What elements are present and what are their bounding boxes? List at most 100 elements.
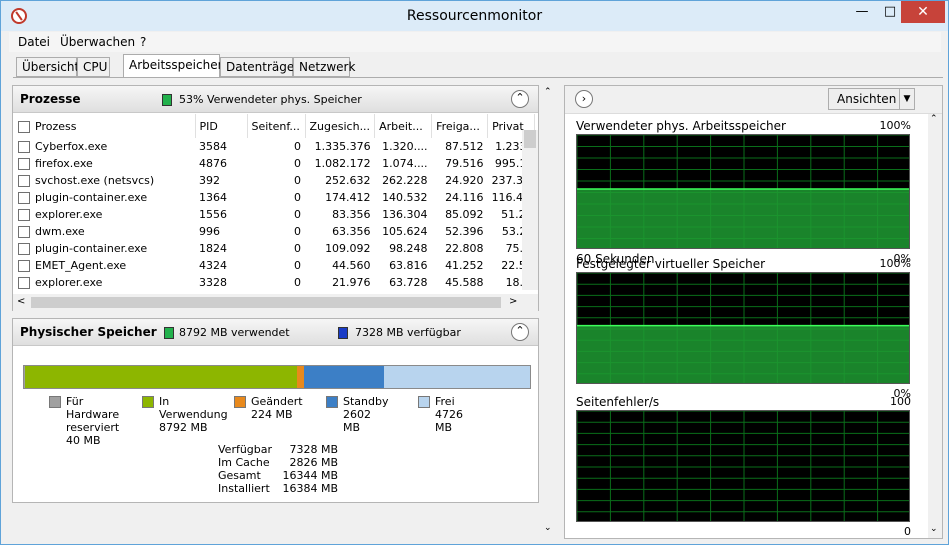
tab-cpu[interactable]: CPU: [77, 57, 110, 77]
summary-row: Gesamt 16344 MB: [218, 469, 338, 482]
table-row[interactable]: EMET_Agent.exe 4324 0 44.560 63.816 41.252 22.…: [14, 257, 534, 274]
cell: 1556: [199, 208, 227, 221]
row-checkbox[interactable]: [18, 209, 30, 221]
summary-key: Im Cache: [218, 456, 270, 469]
table-row[interactable]: plugin-container.exe 1364 0 174.412 140.532 2…: [14, 189, 534, 206]
close-icon[interactable]: ✕: [901, 1, 945, 23]
row-checkbox[interactable]: [18, 260, 30, 272]
table-row[interactable]: explorer.exe 1556 0 83.356 136.304 85.092 51.2…: [14, 206, 534, 223]
legend-text: Verwendung: [159, 408, 228, 421]
scroll-down-icon[interactable]: ⌄: [544, 523, 552, 533]
memory-bar-segment: [296, 366, 304, 388]
graph: [576, 272, 910, 384]
graph-label: Seitenfehler/s: [576, 395, 660, 409]
legend-text: Standby: [343, 395, 389, 408]
cell: 98.248: [389, 242, 428, 255]
graph-area: [577, 325, 909, 383]
scroll-left-icon[interactable]: <: [17, 296, 25, 307]
cell: 392: [199, 174, 220, 187]
menu-ueberwachen[interactable]: Überwachen: [60, 35, 135, 49]
processes-header[interactable]: Prozesse 53% Verwendeter phys. Speicher …: [13, 86, 538, 113]
physical-memory-header[interactable]: Physischer Speicher 8792 MB verwendet 73…: [13, 319, 538, 346]
cell: 52.396: [445, 225, 484, 238]
legend-text: Geändert: [251, 395, 303, 408]
tab-datentraeger[interactable]: Datenträger: [220, 57, 299, 77]
row-checkbox[interactable]: [18, 277, 30, 289]
collapse-physical-memory-icon[interactable]: ⌃: [511, 323, 529, 341]
cell: 252.632: [325, 174, 371, 187]
graphs-scrollbar[interactable]: ⌃ ⌄: [928, 114, 942, 538]
summary-value: 7328 MB: [289, 443, 338, 456]
row-checkbox[interactable]: [18, 226, 30, 238]
table-row[interactable]: dwm.exe 996 0 63.356 105.624 52.396 53.2:: [14, 223, 534, 240]
cell: 22.808: [445, 242, 484, 255]
processes-table: Prozess PID Seitenf... Zugesich... Arbei…: [14, 114, 535, 291]
summary-row: Installiert 16384 MB: [218, 482, 338, 495]
cell: 24.116: [445, 191, 484, 204]
column-seitenfehler[interactable]: Seitenf...: [247, 114, 306, 138]
legend-swatch: [326, 396, 338, 408]
left-pane: Prozesse 53% Verwendeter phys. Speicher …: [12, 85, 557, 539]
table-row[interactable]: firefox.exe 4876 0 1.082.172 1.074.... 79.516…: [14, 155, 534, 172]
resource-monitor-window: Ressourcenmonitor — □ ✕ Datei Überwachen…: [0, 0, 949, 545]
pane-splitter[interactable]: ⌃ ⌄: [541, 85, 559, 539]
legend-swatch: [49, 396, 61, 408]
cell: 1824: [199, 242, 227, 255]
memory-summary: Verfügbar 7328 MB Im Cache 2826 MB Gesamt 163…: [218, 443, 338, 495]
column-pid[interactable]: PID: [195, 114, 248, 138]
process-name: EMET_Agent.exe: [35, 259, 127, 272]
collapse-processes-icon[interactable]: ⌃: [511, 90, 529, 108]
cell: 1.320....: [382, 140, 428, 153]
row-checkbox[interactable]: [18, 243, 30, 255]
graph-max: 100%: [879, 119, 911, 132]
legend-swatch: [234, 396, 246, 408]
column-freigabefaehig[interactable]: Freiga...: [431, 114, 489, 138]
graphs-scroll-down-icon[interactable]: ⌄: [930, 524, 938, 534]
menu-datei[interactable]: Datei: [18, 35, 50, 49]
process-name: plugin-container.exe: [35, 242, 148, 255]
table-header: Prozess PID Seitenf... Zugesich... Arbei…: [14, 114, 535, 138]
table-row[interactable]: Cyberfox.exe 3584 0 1.335.376 1.320.... 87.51…: [14, 138, 534, 155]
process-name: plugin-container.exe: [35, 191, 148, 204]
cell: 0: [294, 191, 301, 204]
tab-separator: [13, 77, 943, 78]
scroll-thumb[interactable]: [524, 130, 536, 148]
column-arbeitssatz[interactable]: Arbeit...: [374, 114, 433, 138]
tab-uebersicht[interactable]: Übersicht: [16, 57, 79, 77]
row-checkbox[interactable]: [18, 192, 30, 204]
tab-netzwerk[interactable]: Netzwerk: [293, 57, 355, 77]
select-all-checkbox[interactable]: [18, 120, 30, 133]
scroll-right-icon[interactable]: >: [509, 296, 517, 307]
hscroll-thumb[interactable]: [31, 297, 501, 308]
processes-vertical-scrollbar[interactable]: [522, 130, 538, 290]
minimize-icon[interactable]: —: [847, 1, 877, 23]
menu-bar: Datei Überwachen ?: [9, 32, 941, 52]
cell: 83.356: [332, 208, 371, 221]
legend-text: 40 MB: [66, 434, 101, 447]
expand-graphs-icon[interactable]: ›: [575, 90, 593, 108]
column-zugesichert[interactable]: Zugesich...: [305, 114, 376, 138]
menu-help[interactable]: ?: [140, 35, 146, 49]
row-checkbox[interactable]: [18, 158, 30, 170]
table-row[interactable]: explorer.exe 3328 0 21.976 63.728 45.588 18.1: [14, 274, 534, 291]
cell: 63.816: [389, 259, 428, 272]
scroll-up-icon[interactable]: ⌃: [544, 87, 552, 97]
cell: 262.228: [382, 174, 428, 187]
table-row[interactable]: svchost.exe (netsvcs) 392 0 252.632 262.228 2…: [14, 172, 534, 189]
cell: 140.532: [382, 191, 428, 204]
legend-text: Für Hardware: [66, 395, 120, 421]
processes-panel: Prozesse 53% Verwendeter phys. Speicher …: [12, 85, 539, 311]
row-checkbox[interactable]: [18, 175, 30, 187]
physical-memory-title: Physischer Speicher: [20, 325, 157, 339]
processes-horizontal-scrollbar[interactable]: < >: [13, 294, 538, 311]
tab-arbeitsspeicher[interactable]: Arbeitsspeicher: [123, 54, 223, 78]
column-prozess[interactable]: Prozess: [14, 114, 196, 138]
views-dropdown-icon[interactable]: ▼: [899, 88, 915, 110]
table-row[interactable]: plugin-container.exe 1824 0 109.092 98.248 22…: [14, 240, 534, 257]
memory-bar-segment: [384, 366, 530, 388]
legend-text: 4726 MB: [435, 408, 463, 434]
tab-bar: Übersicht CPU Arbeitsspeicher Datenträge…: [13, 54, 943, 78]
graphs-scroll-up-icon[interactable]: ⌃: [930, 114, 938, 124]
row-checkbox[interactable]: [18, 141, 30, 153]
legend-swatch: [142, 396, 154, 408]
